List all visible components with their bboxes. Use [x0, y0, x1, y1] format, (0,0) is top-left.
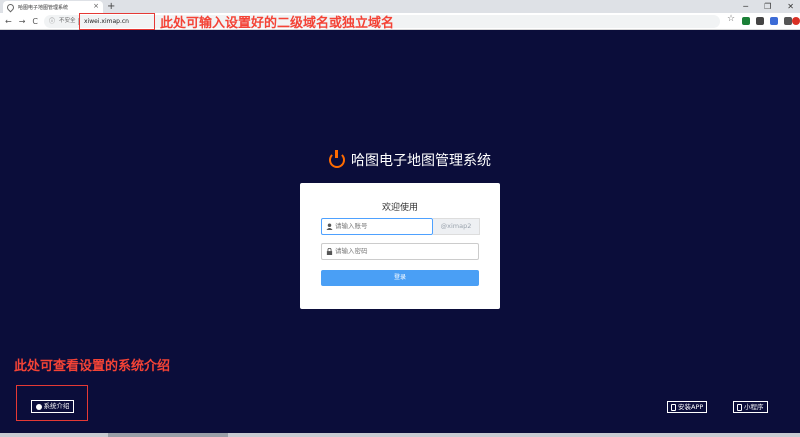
system-intro-button[interactable]: 系统介绍 [31, 400, 74, 413]
install-app-button[interactable]: 安装APP [667, 401, 708, 413]
horizontal-scrollbar[interactable] [0, 433, 800, 437]
power-logo-icon [329, 150, 345, 168]
scrollbar-thumb[interactable] [108, 433, 228, 437]
mini-program-label: 小程序 [744, 403, 764, 411]
brand-header: 哈图电子地图管理系统 [329, 150, 491, 170]
install-app-label: 安装APP [678, 403, 704, 411]
info-icon[interactable]: ⓘ [49, 15, 55, 28]
info-circle-icon [35, 403, 42, 410]
tab-title: 哈图电子地图管理系统 [18, 4, 69, 11]
annotation-intro: 此处可查看设置的系统介绍 [14, 359, 171, 374]
account-placeholder: 请输入账号 [335, 222, 368, 230]
extension-icon[interactable] [784, 17, 792, 25]
profile-icon[interactable] [792, 17, 800, 25]
account-domain-suffix: @ximap2 [433, 218, 480, 235]
login-panel: 欢迎使用 请输入账号 @ximap2 请输入密码 登录 [300, 183, 500, 309]
location-pin-icon [5, 2, 16, 12]
lock-icon [326, 248, 333, 255]
minimize-button[interactable]: ─ [743, 0, 748, 13]
page-title: 哈图电子地图管理系统 [351, 153, 491, 169]
extension-icon[interactable] [756, 17, 764, 25]
annotation-domain: 此处可输入设置好的二级域名或独立域名 [160, 16, 395, 31]
password-placeholder: 请输入密码 [335, 247, 368, 255]
window-controls: ─ ❐ ✕ [743, 0, 794, 13]
phone-icon [737, 403, 742, 411]
close-tab-icon[interactable]: × [93, 2, 99, 10]
close-window-button[interactable]: ✕ [787, 0, 794, 13]
forward-icon[interactable]: → [19, 15, 26, 28]
browser-tab[interactable]: 哈图电子地图管理系统 × [3, 1, 103, 13]
phone-icon [671, 403, 676, 411]
password-input[interactable]: 请输入密码 [321, 243, 479, 260]
extension-icon[interactable] [742, 17, 750, 25]
back-icon[interactable]: ← [5, 15, 12, 28]
account-input[interactable]: 请输入账号 [321, 218, 433, 235]
bookmark-star-icon[interactable]: ☆ [727, 14, 735, 24]
mini-program-button[interactable]: 小程序 [733, 401, 768, 413]
security-label: 不安全 [59, 18, 76, 24]
user-icon [326, 223, 333, 230]
welcome-heading: 欢迎使用 [381, 203, 418, 213]
maximize-button[interactable]: ❐ [764, 0, 771, 13]
extension-icon[interactable] [770, 17, 778, 25]
tab-bar: 哈图电子地图管理系统 × + ─ ❐ ✕ [0, 0, 800, 13]
new-tab-button[interactable]: + [107, 0, 115, 13]
login-button[interactable]: 登录 [321, 270, 479, 286]
reload-icon[interactable]: C [32, 15, 38, 28]
url-highlight-box [79, 13, 155, 30]
system-intro-label: 系统介绍 [43, 402, 70, 410]
nav-buttons: ← → C [5, 15, 38, 28]
